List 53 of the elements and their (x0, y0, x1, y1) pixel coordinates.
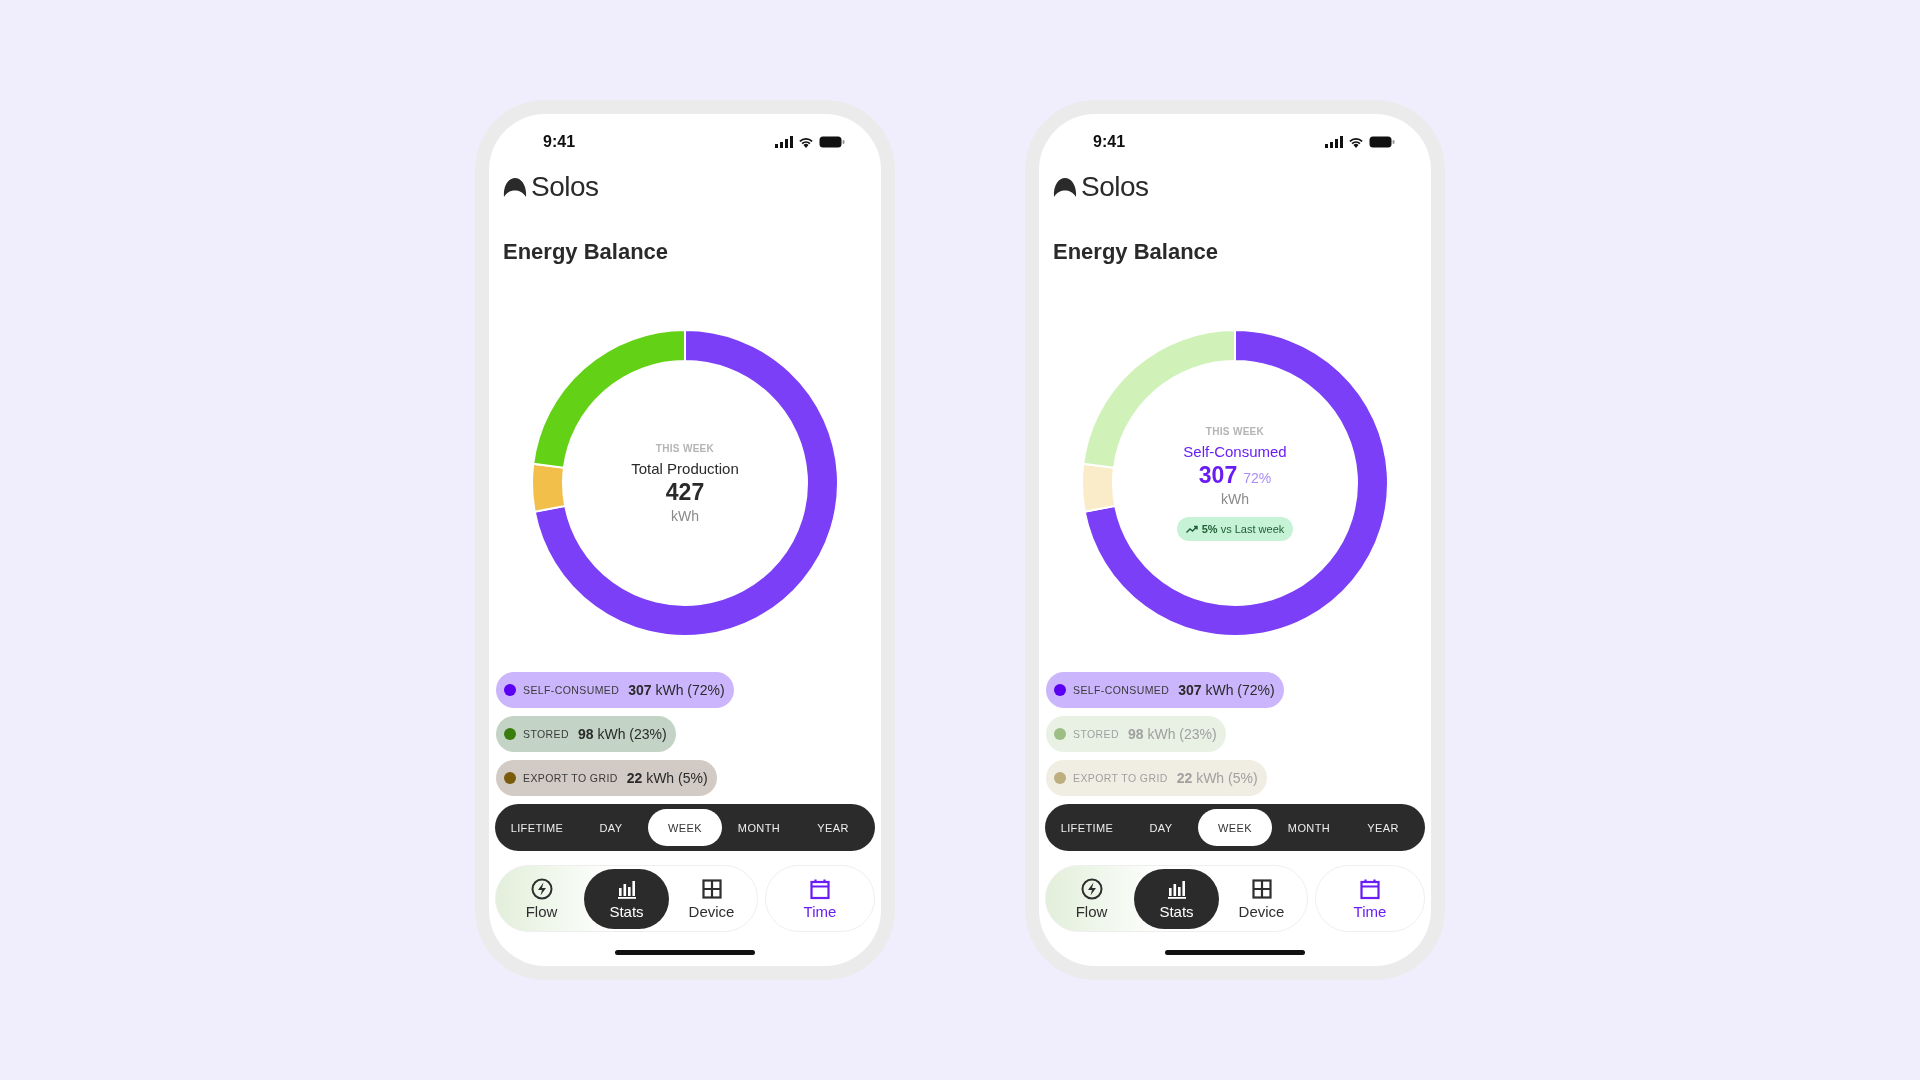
period-tab[interactable]: LIFETIME (1050, 809, 1124, 846)
period-tab[interactable]: WEEK (1198, 809, 1272, 846)
dome-logo-icon (1053, 177, 1077, 197)
period-tab[interactable]: YEAR (796, 809, 870, 846)
signal-icon (775, 136, 793, 148)
nav-tab[interactable]: Time (1315, 865, 1425, 932)
period-tab[interactable]: MONTH (1272, 809, 1346, 846)
center-unit: kWh (671, 507, 699, 524)
section-title: Energy Balance (502, 238, 670, 266)
dome-logo-icon (503, 177, 527, 197)
period-tab[interactable]: MONTH (722, 809, 796, 846)
wifi-icon (798, 136, 814, 148)
period-caption: THIS WEEK (655, 442, 715, 454)
nav-tab[interactable]: Flow (1049, 868, 1134, 929)
nav-tab[interactable]: Stats (584, 868, 669, 929)
calendar-icon (809, 877, 831, 900)
period-tab[interactable]: DAY (1124, 809, 1198, 846)
status-time: 9:41 (543, 133, 576, 151)
trend-up-icon (1185, 524, 1198, 533)
period-tab[interactable]: WEEK (648, 809, 722, 846)
period-tab[interactable]: DAY (574, 809, 648, 846)
calendar-icon (1359, 877, 1381, 900)
nav-tab[interactable]: Time (765, 865, 875, 932)
app-name: Solos (531, 171, 599, 203)
period-caption: THIS WEEK (1205, 425, 1265, 437)
section-title: Energy Balance (1052, 238, 1220, 266)
grid-icon (700, 877, 723, 900)
battery-icon (1369, 136, 1395, 148)
nav-tab[interactable]: Device (1219, 868, 1304, 929)
signal-icon (1325, 136, 1343, 148)
legend-pill[interactable]: SELF-CONSUMED 307 kWh (72%) (496, 672, 734, 708)
center-percent: 72% (1243, 469, 1272, 486)
center-value: 307 (1198, 461, 1238, 489)
legend-pill[interactable]: STORED 98 kWh (23%) (496, 716, 676, 752)
period-tab[interactable]: YEAR (1346, 809, 1420, 846)
nav-tab[interactable]: Stats (1134, 868, 1219, 929)
center-unit: kWh (1221, 490, 1249, 507)
center-label: Total Production (631, 459, 739, 477)
battery-icon (819, 136, 845, 148)
period-tab[interactable]: LIFETIME (500, 809, 574, 846)
nav-tab[interactable]: Flow (499, 868, 584, 929)
grid-icon (1250, 877, 1273, 900)
center-label: Self-Consumed (1183, 442, 1287, 460)
lightning-icon (1080, 877, 1103, 900)
legend-pill[interactable]: SELF-CONSUMED 307 kWh (72%) (1046, 672, 1284, 708)
nav-tab[interactable]: Device (669, 868, 754, 929)
center-value: 427 (665, 478, 705, 506)
legend-pill[interactable]: EXPORT TO GRID 22 kWh (5%) (496, 760, 717, 796)
trend-badge: 5% vs Last week (1176, 516, 1294, 541)
wifi-icon (1348, 136, 1364, 148)
status-time: 9:41 (1093, 133, 1126, 151)
app-name: Solos (1081, 171, 1149, 203)
lightning-icon (530, 877, 553, 900)
